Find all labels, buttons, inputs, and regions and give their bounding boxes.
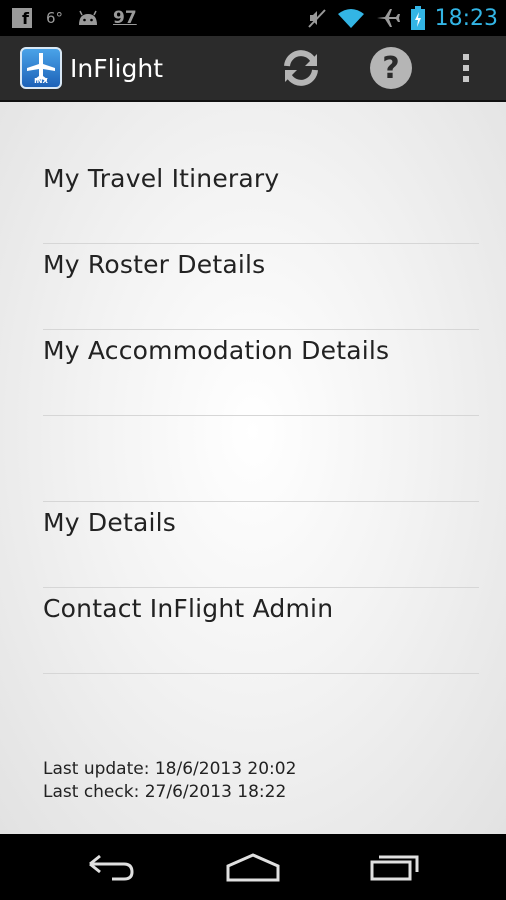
menu-list: My Travel Itinerary My Roster Details My… — [43, 102, 479, 674]
overflow-menu-button[interactable] — [426, 35, 506, 101]
refresh-button[interactable] — [266, 35, 336, 101]
temperature-indicator: 6° — [46, 9, 64, 27]
home-button[interactable] — [208, 842, 298, 892]
last-check-text: Last check: 27/6/2013 18:22 — [43, 782, 287, 802]
status-bar: f 6° 97 18:23 — [0, 0, 506, 36]
refresh-icon — [284, 50, 318, 86]
battery-icon — [410, 6, 425, 30]
menu-item-accommodation-details[interactable]: My Accommodation Details — [43, 330, 479, 416]
sync-info: Last update: 18/6/2013 20:02 Last check:… — [43, 758, 296, 804]
menu-item-my-details[interactable]: My Details — [43, 502, 479, 588]
menu-item-contact-admin[interactable]: Contact InFlight Admin — [43, 588, 479, 674]
wifi-icon — [337, 9, 364, 28]
notification-count: 97 — [113, 8, 137, 28]
menu-item-travel-itinerary[interactable]: My Travel Itinerary — [43, 102, 479, 244]
overflow-menu-icon — [463, 54, 469, 82]
mute-icon — [307, 9, 326, 28]
app-icon[interactable]: INX — [20, 47, 62, 89]
navigation-bar — [0, 834, 506, 900]
main-content: My Travel Itinerary My Roster Details My… — [0, 102, 506, 834]
back-button[interactable] — [66, 842, 156, 892]
airplane-icon — [376, 9, 400, 27]
menu-item-empty — [43, 416, 479, 502]
menu-item-label: My Accommodation Details — [43, 336, 390, 365]
home-icon — [226, 853, 280, 882]
facebook-icon: f — [12, 8, 32, 28]
menu-item-roster-details[interactable]: My Roster Details — [43, 244, 479, 330]
recent-apps-button[interactable] — [350, 842, 440, 892]
app-title: InFlight — [70, 53, 164, 83]
back-icon — [89, 854, 134, 881]
menu-item-label: My Details — [43, 508, 176, 537]
clock: 18:23 — [434, 5, 498, 31]
menu-item-label: Contact InFlight Admin — [43, 594, 334, 623]
app-icon-label: INX — [34, 77, 48, 85]
android-icon — [79, 10, 98, 25]
menu-item-label: My Travel Itinerary — [43, 164, 280, 193]
recent-apps-icon — [370, 855, 419, 881]
action-bar: INX InFlight ? — [0, 36, 506, 102]
last-update-text: Last update: 18/6/2013 20:02 — [43, 759, 297, 779]
help-button[interactable]: ? — [356, 35, 426, 101]
menu-item-label: My Roster Details — [43, 250, 266, 279]
help-icon: ? — [370, 47, 412, 89]
